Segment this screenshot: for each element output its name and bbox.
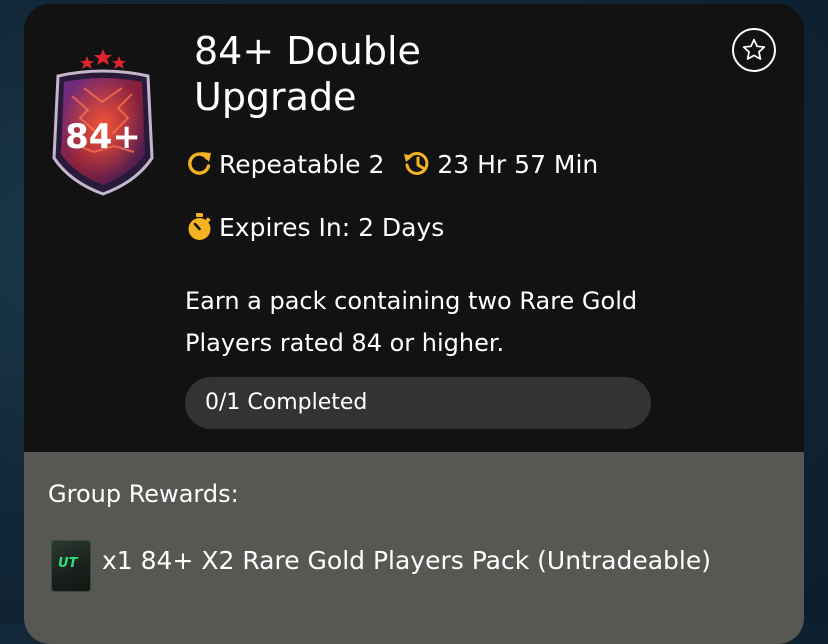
group-rewards-section: Group Rewards: UT x1 84+ X2 Rare Gold Pl… bbox=[24, 452, 804, 644]
expires-label: Expires In: 2 Days bbox=[219, 212, 445, 242]
history-clock-icon bbox=[402, 149, 432, 179]
favorite-button[interactable] bbox=[732, 28, 776, 72]
expires-row: Expires In: 2 Days bbox=[184, 212, 444, 242]
stopwatch-icon bbox=[184, 212, 214, 242]
upgrade-badge-icon: 84+ bbox=[52, 49, 154, 196]
repeat-icon bbox=[184, 149, 214, 179]
objective-title: 84+ Double Upgrade bbox=[194, 29, 421, 119]
objective-card[interactable]: 84+ 84+ Double Upgrade Repeatable 2 23 H… bbox=[24, 4, 804, 644]
rewards-title: Group Rewards: bbox=[48, 480, 239, 508]
badge-rating: 84+ bbox=[65, 117, 141, 157]
repeatable-label: Repeatable 2 bbox=[219, 149, 385, 179]
progress-label: 0/1 Completed bbox=[205, 390, 368, 415]
timer-label: 23 Hr 57 Min bbox=[437, 149, 599, 179]
progress-bar: 0/1 Completed bbox=[185, 377, 651, 429]
star-icon bbox=[742, 38, 766, 60]
pack-icon: UT bbox=[51, 540, 91, 592]
pack-logo: UT bbox=[58, 556, 78, 571]
objective-description: Earn a pack containing two Rare Gold Pla… bbox=[185, 287, 638, 357]
objective-meta-row: Repeatable 2 23 Hr 57 Min bbox=[184, 149, 598, 179]
reward-item-label: x1 84+ X2 Rare Gold Players Pack (Untrad… bbox=[102, 546, 711, 575]
